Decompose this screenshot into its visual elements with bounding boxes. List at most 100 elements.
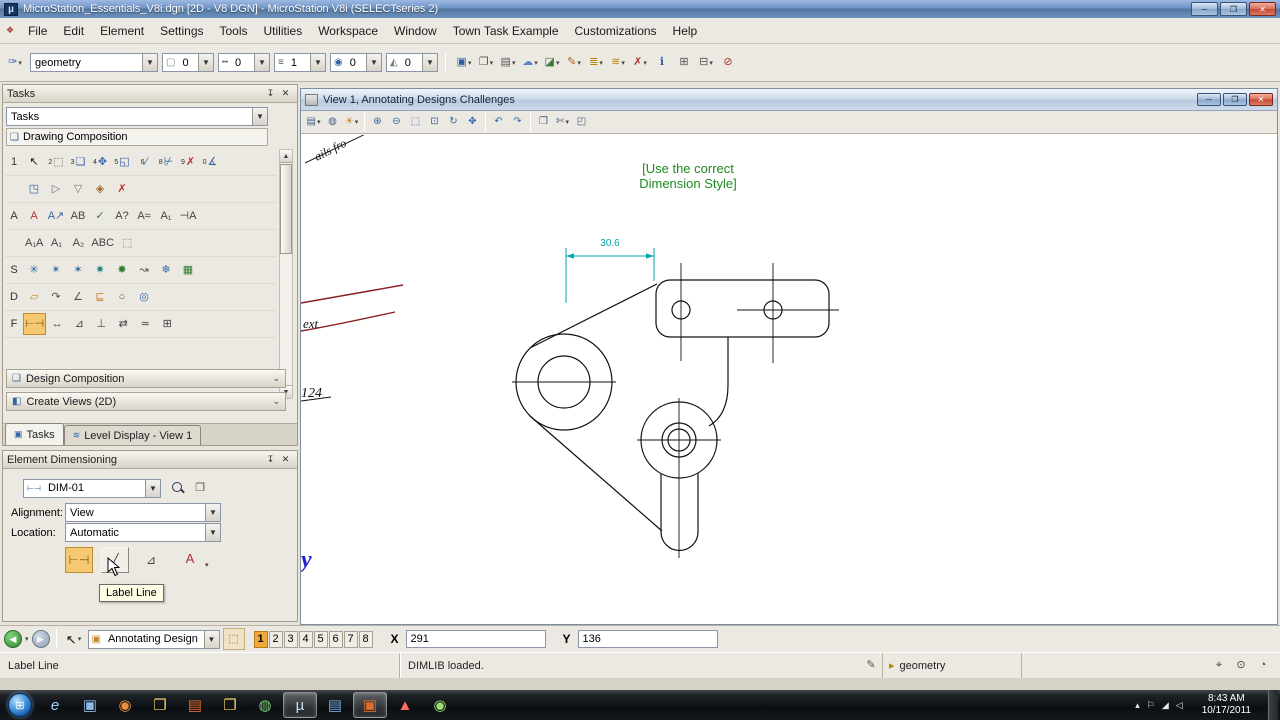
chevron-down-icon[interactable]: ▼ <box>366 54 381 71</box>
tab-level-display-view-1[interactable]: ≋ Level Display - View 1 <box>63 425 202 445</box>
tasks-combo[interactable]: Tasks ▼ <box>6 107 268 126</box>
back-button[interactable]: ◀ <box>4 630 22 648</box>
menu-help[interactable]: Help <box>665 20 706 42</box>
view-previous-icon[interactable]: ↶ <box>489 113 508 132</box>
menu-edit[interactable]: Edit <box>55 20 92 42</box>
delete-element-icon[interactable]: 9 ✗ <box>177 151 199 173</box>
view-content[interactable]: ails fro [Use the correct Dimension Styl… <box>301 135 1277 624</box>
fill-data-fields-icon[interactable]: ABC <box>89 232 116 254</box>
cad-drawing[interactable]: ails fro [Use the correct Dimension Styl… <box>301 135 1277 624</box>
taskbar-screen-capture[interactable]: ◉ <box>423 692 457 718</box>
attach-folded-view-icon[interactable]: ↷ <box>45 286 67 308</box>
auto-fill-data-fields-icon[interactable]: ⬚ <box>116 232 138 254</box>
active-level-indicator[interactable]: ▸ geometry <box>882 653 1022 678</box>
chevron-down-icon[interactable]: ▼ <box>205 524 220 541</box>
change-dimension-icon[interactable]: ⇄ <box>112 313 134 335</box>
active-template-combo[interactable]: ◉ 0 ▼ <box>330 53 382 72</box>
modify-element-icon[interactable]: 5 ◱ <box>111 151 133 173</box>
more-tools-chevron-icon[interactable]: ▾ <box>205 561 209 569</box>
dimension-angular-icon[interactable]: ⊿ <box>68 313 90 335</box>
chevron-down-icon[interactable]: ▼ <box>145 479 160 497</box>
active-transparency-combo[interactable]: ◭ 0 ▼ <box>386 53 438 72</box>
dimension-value[interactable]: 30.6 <box>600 238 620 249</box>
dimension-settings-icon[interactable]: ⊞ <box>156 313 178 335</box>
toggle-accudraw-icon[interactable]: ⊞ <box>673 52 695 74</box>
spell-checker-icon[interactable]: ✓ <box>89 205 111 227</box>
move-element-icon[interactable]: 4 ✥ <box>89 151 111 173</box>
clip-volume-icon[interactable]: ✄ ▾ <box>553 113 572 132</box>
show-hidden-icons-icon[interactable]: ▴ <box>1135 700 1140 711</box>
match-dimension-icon[interactable]: ≃ <box>134 313 156 335</box>
display-style-icon[interactable]: ◍ <box>323 113 342 132</box>
chevron-down-icon[interactable]: ▼ <box>142 54 157 71</box>
place-text-icon[interactable]: A <box>23 205 45 227</box>
change-text-attributes-icon[interactable]: A₁ <box>155 205 177 227</box>
view-close-button[interactable]: ✕ <box>1249 93 1273 106</box>
menu-town-task-example[interactable]: Town Task Example <box>445 20 567 42</box>
view-toggle-3[interactable]: 3 <box>283 630 298 648</box>
edit-text-icon[interactable]: AB <box>67 205 89 227</box>
active-line-weight-combo[interactable]: ≡ 1 ▼ <box>274 53 326 72</box>
models-icon[interactable]: ▣ ▾ <box>453 52 475 74</box>
menu-customizations[interactable]: Customizations <box>567 20 665 42</box>
raster-manager-icon[interactable]: ▤ ▾ <box>497 52 519 74</box>
fence-mode-icon[interactable]: ⬚ <box>222 628 245 650</box>
key-in-icon[interactable]: ⊟ ▾ <box>695 52 717 74</box>
markups-icon[interactable]: ✎ ▾ <box>563 52 585 74</box>
view-attributes-icon[interactable]: ▤ ▾ <box>304 113 323 132</box>
pin-icon[interactable]: ↧ <box>263 87 278 101</box>
extend-element-icon[interactable]: 8 ⊬ <box>155 151 177 173</box>
clip-mask-icon[interactable]: ◰ <box>572 113 591 132</box>
view-toggle-4[interactable]: 4 <box>298 630 313 648</box>
scrollbar-thumb[interactable] <box>280 164 292 254</box>
level-manager-icon[interactable]: ≣ ▾ <box>585 52 607 74</box>
taskbar-libraries[interactable]: ❐ <box>143 692 177 718</box>
chevron-down-icon[interactable]: ▼ <box>422 54 437 71</box>
pointer-tool-icon[interactable]: ↖ ▾ <box>63 628 85 650</box>
dimension-annotation[interactable] <box>565 248 655 303</box>
taskbar-computer[interactable]: ▣ <box>73 692 107 718</box>
back-history-chevron-icon[interactable]: ▾ <box>25 635 29 643</box>
view-toggle-5[interactable]: 5 <box>313 630 328 648</box>
dimension-angle-between-lines-icon[interactable]: ⊿ <box>137 547 165 573</box>
chevron-down-icon[interactable]: ▼ <box>310 54 325 71</box>
copy-element-icon[interactable]: 3 ❏ <box>67 151 89 173</box>
references-icon[interactable]: ❐ ▾ <box>475 52 497 74</box>
chevron-down-icon[interactable]: ▼ <box>252 108 267 125</box>
taskbar-powerpoint-show[interactable]: ▣ <box>353 692 387 718</box>
cancel-icon[interactable]: ⊘ <box>717 52 739 74</box>
section-design-composition[interactable]: ❑ Design Composition ⌄ <box>6 369 286 388</box>
taskbar-word[interactable]: ▤ <box>318 692 352 718</box>
view-toggle-6[interactable]: 6 <box>328 630 343 648</box>
annotation-scale-icon[interactable]: ◈ <box>89 178 111 200</box>
active-task-combo[interactable]: ▣ Annotating Design ▼ <box>87 629 220 649</box>
chevron-down-icon[interactable]: ▼ <box>198 54 213 71</box>
scroll-up-icon[interactable]: ▲ <box>280 150 292 163</box>
forward-button[interactable]: ▶ <box>31 630 50 648</box>
part-geometry[interactable] <box>512 263 839 558</box>
taskbar-internet-explorer[interactable]: e <box>38 692 72 718</box>
tasks-panel-header[interactable]: Tasks ↧ ✕ <box>3 85 297 103</box>
dimension-linear-icon[interactable]: ↔ <box>46 313 68 335</box>
taskbar-adobe-reader[interactable]: ▲ <box>388 692 422 718</box>
start-button[interactable]: ⊞ <box>8 693 32 717</box>
active-element-template-icon[interactable]: ✑ ▾ <box>4 52 26 74</box>
dimension-ordinate-icon[interactable]: ⊥ <box>90 313 112 335</box>
network-status-icon[interactable]: ◢ <box>1162 700 1169 711</box>
match-text-attributes-icon[interactable]: A≈ <box>133 205 155 227</box>
close-button[interactable]: ✕ <box>1249 2 1276 16</box>
crosshatch-area-icon[interactable]: ✴ <box>45 259 67 281</box>
taskbar-network-places[interactable]: ◍ <box>248 692 282 718</box>
minimize-button[interactable]: ─ <box>1191 2 1218 16</box>
taskbar-powerpoint[interactable]: ▤ <box>178 692 212 718</box>
window-area-icon[interactable]: ⬚ <box>406 113 425 132</box>
view-toggle-7[interactable]: 7 <box>343 630 358 648</box>
taskbar-clock[interactable]: 8:43 AM 10/17/2011 <box>1202 693 1251 717</box>
location-combo[interactable]: Automatic ▼ <box>65 523 221 542</box>
delete-annotation-icon[interactable]: ✗ <box>111 178 133 200</box>
maximize-button[interactable]: ❐ <box>1220 2 1247 16</box>
view-maximize-button[interactable]: ❐ <box>1223 93 1247 106</box>
element-information-icon[interactable]: ℹ <box>651 52 673 74</box>
fence-icon[interactable]: 2 ⬚ <box>45 151 67 173</box>
tasks-scrollbar[interactable]: ▲ ▼ <box>279 149 293 399</box>
